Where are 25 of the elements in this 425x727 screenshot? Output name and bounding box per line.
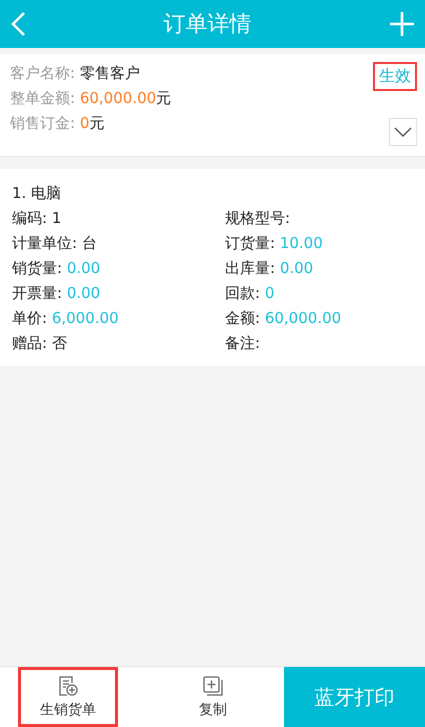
toolbar-button[interactable]: 复制 <box>142 667 284 727</box>
add-icon[interactable] <box>389 11 415 37</box>
item-field: 订货量: 10.00 <box>225 231 413 256</box>
toolbar-button[interactable]: 生销货单 <box>18 667 118 727</box>
summary-row-text: 整单金额: 60,000.00元 <box>10 88 172 109</box>
page-title: 订单详情 <box>164 11 252 39</box>
item-field: 金额: 60,000.00 <box>225 306 413 331</box>
item-field: 单价: 6,000.00 <box>12 306 225 331</box>
item-title: 1. 电脑 <box>12 183 62 204</box>
back-icon[interactable] <box>10 11 26 37</box>
summary-row-text: 销售订金: 0元 <box>10 113 106 134</box>
item-field: 编码: 1 <box>12 206 225 231</box>
item-field: 计量单位: 台 <box>12 231 225 256</box>
document-add-icon <box>57 675 79 697</box>
item-field: 备注: <box>225 331 413 356</box>
item-field: 销货量: 0.00 <box>12 256 225 281</box>
summary-row-text: 客户名称: 零售客户 <box>10 63 141 84</box>
copy-icon <box>202 675 224 697</box>
item-field: 回款: 0 <box>225 281 413 306</box>
expand-button[interactable] <box>389 118 417 146</box>
chevron-icon <box>394 127 412 137</box>
item-field: 出库量: 0.00 <box>225 256 413 281</box>
item-field: 开票量: 0.00 <box>12 281 225 306</box>
item-field: 规格型号: <box>225 206 413 231</box>
item-field: 赠品: 否 <box>12 331 225 356</box>
